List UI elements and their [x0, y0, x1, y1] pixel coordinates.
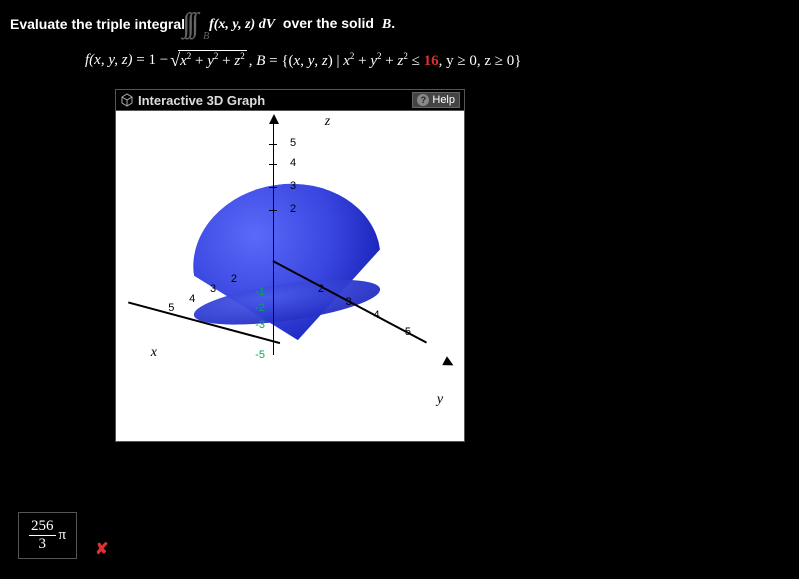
help-icon: ?	[417, 94, 429, 106]
x-tick-label: 2	[231, 273, 237, 285]
equation-lhs: f(x, y, z) = 1 −	[85, 52, 168, 69]
answer-denominator: 3	[39, 536, 47, 552]
solid-sphere	[183, 172, 391, 353]
answer-numerator: 256	[29, 519, 56, 536]
z-tick	[269, 187, 277, 188]
neg-z-tick-label: -5	[255, 349, 265, 361]
z-tick	[269, 210, 277, 211]
z-tick	[269, 144, 277, 145]
z-axis-arrow-icon	[269, 114, 279, 124]
region-definition: , B = {(x, y, z) | x2 + y2 + z2 ≤ 16, y …	[249, 51, 522, 70]
answer-area: 256 3 π ✘	[18, 511, 108, 559]
pi-symbol: π	[59, 527, 67, 544]
problem-statement: Evaluate the triple integral ∫∫∫ f(x, y,…	[10, 8, 789, 40]
x-tick-label: 5	[168, 302, 174, 314]
x-axis-label: x	[151, 345, 157, 361]
equation-line: f(x, y, z) = 1 − √ x2 + y2 + z2 , B = {(…	[85, 50, 789, 71]
neg-z-tick-label: -3	[255, 319, 265, 331]
bound-value: 16	[424, 53, 439, 69]
z-tick-label: 4	[290, 157, 296, 169]
answer-fraction: 256 3	[29, 519, 56, 552]
triple-integral-icon: ∫∫∫	[191, 8, 203, 40]
y-tick-label: 4	[374, 309, 380, 321]
graph-title: Interactive 3D Graph	[138, 93, 265, 108]
over-text: over the solid	[283, 15, 374, 31]
prompt-prefix: Evaluate the triple integral	[10, 16, 185, 32]
z-tick-label: 3	[290, 180, 296, 192]
sqrt-content: x2 + y2 + z2	[178, 50, 247, 70]
integrand-wrapper: f(x, y, z) dV over the solid B.	[209, 15, 395, 33]
integrand: f(x, y, z) dV	[209, 17, 275, 32]
help-label: Help	[432, 94, 455, 106]
y-axis-arrow-icon	[442, 357, 456, 371]
neg-z-tick-label: -1	[255, 286, 265, 298]
conditions: , y ≥ 0, z ≥ 0}	[439, 53, 522, 69]
graph-canvas[interactable]: z 5 4 3 2 -1 -2 -3 -5 x 5 4 3 2 y 2 3 4 …	[116, 111, 464, 441]
period: .	[391, 15, 395, 31]
neg-z-tick-label: -2	[255, 302, 265, 314]
z-tick	[269, 164, 277, 165]
graph-header: Interactive 3D Graph ? Help	[116, 90, 464, 111]
solid-name: B	[382, 17, 391, 32]
graph-panel: Interactive 3D Graph ? Help z 5 4 3 2 -1…	[115, 89, 465, 442]
z-tick-label: 5	[290, 137, 296, 149]
z-axis-label: z	[325, 114, 330, 130]
answer-input[interactable]: 256 3 π	[18, 512, 77, 559]
x-tick-label: 4	[189, 293, 195, 305]
incorrect-icon: ✘	[95, 539, 108, 559]
sqrt-expression: √ x2 + y2 + z2	[170, 50, 247, 71]
y-tick-label: 3	[346, 296, 352, 308]
y-axis-label: y	[437, 392, 443, 408]
z-axis	[273, 118, 275, 356]
z-tick-label: 2	[290, 203, 296, 215]
x-tick-label: 3	[210, 283, 216, 295]
help-button[interactable]: ? Help	[412, 92, 460, 108]
y-tick-label: 5	[405, 326, 411, 338]
cube-icon	[120, 93, 134, 107]
y-tick-label: 2	[318, 283, 324, 295]
